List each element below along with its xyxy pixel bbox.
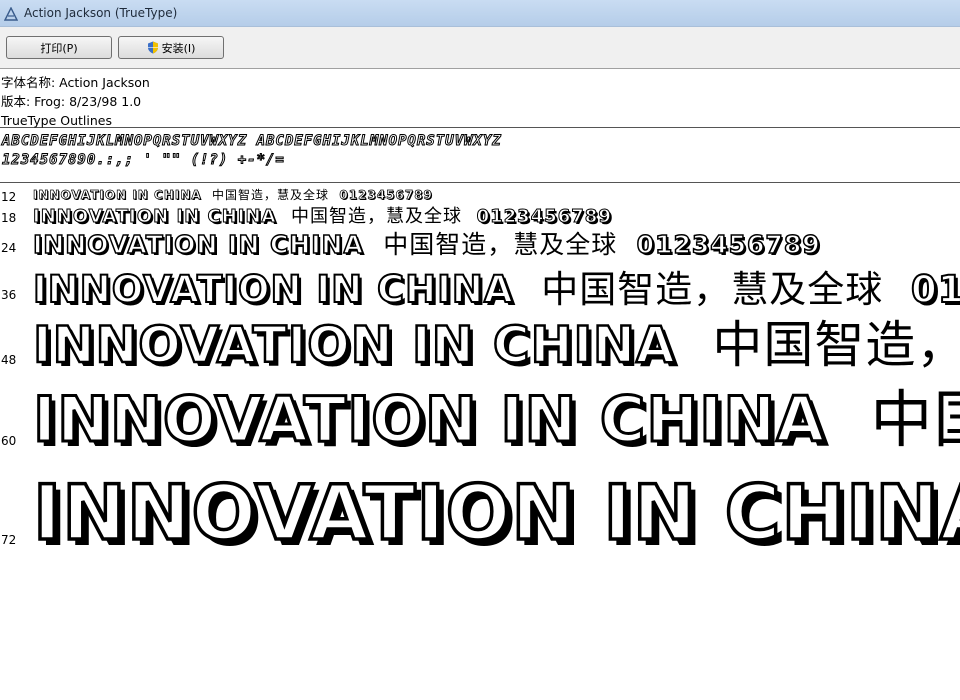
sample-cjk: 中国智造，慧及全球 (212, 188, 330, 202)
sample-digits: 0123456789 (339, 188, 433, 203)
alphabet-preview: ABCDEFGHIJKLMNOPQRSTUVWXYZ ABCDEFGHIJKLM… (0, 128, 960, 183)
shield-icon (147, 41, 159, 54)
install-button-label: 安装(I) (161, 41, 196, 55)
font-viewer-icon (3, 6, 19, 21)
size-samples: 12 INNOVATION IN CHINA 中国智造，慧及全球 0123456… (0, 183, 960, 697)
sample-cjk: 中国智造，慧及全球 (383, 230, 618, 259)
sample-line-48: INNOVATION IN CHINA 中国智造，慧及全球 0123456789 (32, 305, 960, 377)
sample-latin: INNOVATION IN CHINA (33, 188, 202, 203)
font-name-line: 字体名称: Action Jackson (1, 75, 150, 90)
sample-line-72: INNOVATION IN CHINA 中国智造，慧及全球 0123456789 (31, 451, 960, 561)
font-info: 字体名称: Action Jackson 版本: Frog: 8/23/98 1… (0, 69, 960, 128)
title-bar: Action Jackson (TrueType) (0, 0, 960, 27)
sample-line-60: INNOVATION IN CHINA 中国智造，慧及全球 0123456789 (31, 369, 960, 459)
toolbar: 打印(P) 安装(I) (0, 27, 960, 69)
print-button[interactable]: 打印(P) (6, 36, 112, 59)
sample-cjk: 中国智造，慧及全球 (870, 383, 960, 456)
sample-latin: INNOVATION IN CHINA (32, 315, 676, 376)
sample-digits: 0123456789 (636, 229, 821, 260)
print-button-label: 打印(P) (40, 41, 78, 55)
size-label-24: 24 (1, 241, 17, 255)
size-label-36: 36 (1, 288, 17, 302)
sample-latin: INNOVATION IN CHINA (33, 206, 277, 228)
install-button[interactable]: 安装(I) (118, 36, 224, 59)
size-label-60: 60 (1, 434, 17, 448)
alphabet-letters: ABCDEFGHIJKLMNOPQRSTUVWXYZ ABCDEFGHIJKLM… (2, 133, 502, 150)
sample-line-24: INNOVATION IN CHINA 中国智造，慧及全球 0123456789 (32, 225, 821, 261)
window-title: Action Jackson (TrueType) (24, 6, 178, 20)
font-viewer-window: Action Jackson (TrueType) 打印(P) 安装(I) 字体… (0, 0, 960, 700)
size-label-72: 72 (1, 533, 17, 547)
font-version-line: 版本: Frog: 8/23/98 1.0 (1, 94, 142, 109)
sample-latin: INNOVATION IN CHINA (32, 229, 364, 260)
sample-latin: INNOVATION IN CHINA (31, 382, 826, 458)
sample-digits: 0123456789 (476, 206, 612, 228)
sample-cjk: 中国智造，慧及全球 (291, 206, 463, 227)
sample-cjk: 中国智造，慧及全球 (712, 316, 960, 374)
sample-latin: INNOVATION IN CHINA (31, 466, 960, 559)
alphabet-symbols: 1234567890.:,; ' "" (!?) +-*/= (2, 152, 285, 169)
size-label-18: 18 (1, 211, 17, 225)
size-label-12: 12 (1, 190, 17, 204)
sample-line-12: INNOVATION IN CHINA 中国智造，慧及全球 0123456789 (33, 186, 433, 203)
size-label-48: 48 (1, 353, 17, 367)
